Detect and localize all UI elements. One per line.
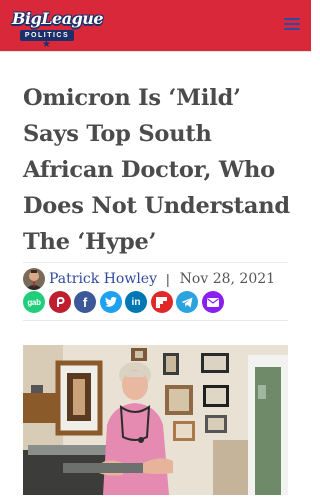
- flipboard-icon: [156, 296, 167, 308]
- publish-date: Nov 28, 2021: [179, 271, 276, 287]
- telegram-share-button[interactable]: [176, 291, 198, 313]
- doctor-portrait-image: [23, 345, 288, 495]
- author-link[interactable]: Patrick Howley: [49, 271, 157, 287]
- facebook-icon: f: [82, 294, 88, 310]
- header-divider: [0, 51, 311, 52]
- star-icon: ★: [42, 39, 51, 50]
- parler-icon: [56, 297, 64, 307]
- linkedin-icon: in: [131, 296, 141, 308]
- twitter-share-button[interactable]: [99, 291, 122, 313]
- hamburger-menu-button[interactable]: [282, 17, 304, 33]
- menu-bar: [284, 18, 300, 20]
- byline-top-divider: [23, 262, 288, 263]
- gab-share-button[interactable]: gab: [23, 291, 45, 313]
- site-logo[interactable]: BigLeague POLITICS ★: [12, 3, 104, 50]
- envelope-icon: [206, 297, 219, 307]
- article-title: Omicron Is ‘Mild’ Says Top South African…: [23, 85, 290, 255]
- twitter-bird-icon: [104, 297, 117, 307]
- menu-bar: [284, 28, 300, 30]
- paper-plane-icon: [181, 297, 193, 307]
- linkedin-share-button[interactable]: in: [125, 291, 147, 313]
- article-featured-image[interactable]: [23, 345, 288, 495]
- menu-bar: [284, 23, 300, 25]
- facebook-share-button[interactable]: f: [74, 291, 96, 313]
- flipboard-share-button[interactable]: [150, 291, 173, 313]
- byline: Patrick Howley | Nov 28, 2021: [23, 268, 275, 290]
- author-avatar[interactable]: [23, 268, 45, 290]
- parler-share-button[interactable]: [48, 291, 71, 313]
- byline-separator: |: [166, 271, 170, 287]
- email-share-button[interactable]: [201, 291, 224, 313]
- logo-text: BigLeague: [12, 9, 104, 28]
- site-header: BigLeague POLITICS ★: [0, 0, 311, 51]
- gab-label: gab: [27, 297, 41, 307]
- share-bottom-divider: [23, 320, 288, 321]
- share-bar: gab f in: [23, 291, 227, 314]
